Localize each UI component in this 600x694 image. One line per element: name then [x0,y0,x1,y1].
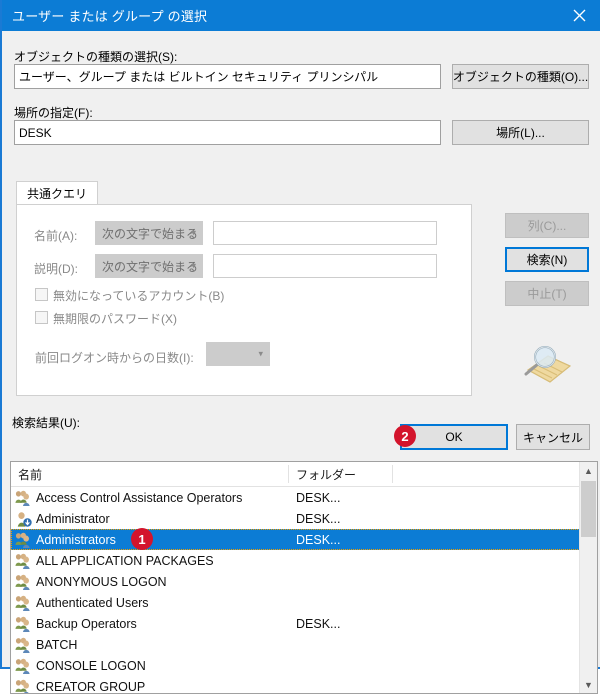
results-listbox[interactable]: 名前 フォルダー Access Control Assistance Opera… [10,461,598,694]
column-divider[interactable] [392,465,393,483]
result-name: ANONYMOUS LOGON [36,575,167,589]
result-name: Access Control Assistance Operators [36,491,242,505]
result-name: Backup Operators [36,617,137,631]
location-value: DESK [19,126,52,140]
ok-button[interactable]: OK [400,424,508,450]
table-row[interactable]: ANONYMOUS LOGON [11,571,597,592]
selected-result-row[interactable]: Administrators DESK... 1 [11,529,584,550]
tab-strip: 共通クエリ [16,181,472,205]
disabled-accounts-checkbox[interactable] [35,288,48,301]
object-types-button[interactable]: オブジェクトの種類(O)... [452,64,589,89]
result-name: CREATOR GROUP [36,680,145,694]
name-condition-select[interactable]: 次の文字で始まる ▾ [95,221,203,245]
description-condition-select[interactable]: 次の文字で始まる ▾ [95,254,203,278]
location-button[interactable]: 場所(L)... [452,120,589,145]
result-folder: DESK... [296,617,340,631]
tab-common-queries[interactable]: 共通クエリ [16,181,98,205]
chevron-down-icon[interactable]: ▼ [580,676,597,693]
result-name: Authenticated Users [36,596,149,610]
table-row[interactable]: ALL APPLICATION PACKAGES [11,550,597,571]
results-header: 名前 フォルダー [11,462,597,487]
annotation-badge-1: 1 [131,528,153,550]
result-folder: DESK... [296,491,340,505]
description-label: 説明(D): [34,260,78,277]
dialog-client-area: オブジェクトの種類の選択(S): ユーザー、グループ または ビルトイン セキュ… [4,31,600,667]
object-types-label: オブジェクトの種類の選択(S): [14,48,177,65]
magnifier-folder-icon [518,344,574,390]
location-field[interactable]: DESK [14,120,441,145]
table-row[interactable]: Authenticated Users [11,592,597,613]
object-types-value: ユーザー、グループ または ビルトイン セキュリティ プリンシパル [19,68,378,85]
group-icon [14,595,34,611]
table-row[interactable]: Administrator DESK... [11,508,597,529]
column-header-folder[interactable]: フォルダー [296,466,356,483]
chevron-down-icon: ▾ [191,262,196,271]
name-value-input[interactable] [213,221,437,245]
name-condition-value: 次の文字で始まる [102,225,198,242]
chevron-up-icon[interactable]: ▲ [580,462,597,479]
result-folder: DESK... [296,512,340,526]
group-icon [14,553,34,569]
common-queries-panel: 名前(A): 次の文字で始まる ▾ 説明(D): 次の文字で始まる ▾ 無効にな… [16,204,472,396]
days-since-logon-label: 前回ログオン時からの日数(I): [35,349,194,366]
title-bar: ユーザー または グループ の選択 [2,0,600,31]
scrollbar-thumb[interactable] [581,481,596,537]
table-row[interactable]: BATCH [11,634,597,655]
description-condition-value: 次の文字で始まる [102,258,198,275]
group-icon [14,490,34,506]
object-types-field[interactable]: ユーザー、グループ または ビルトイン セキュリティ プリンシパル [14,64,441,89]
results-label: 検索結果(U): [12,414,80,431]
table-row[interactable]: Access Control Assistance Operators DESK.… [11,487,597,508]
result-name: CONSOLE LOGON [36,659,146,673]
description-value-input[interactable] [213,254,437,278]
days-since-logon-select[interactable]: ▾ [206,342,270,366]
result-folder: DESK... [296,533,340,547]
table-row[interactable]: Backup Operators DESK... [11,613,597,634]
disabled-accounts-label: 無効になっているアカウント(B) [53,287,224,304]
result-name: Administrators [36,533,116,547]
result-name: Administrator [36,512,110,526]
annotation-badge-2: 2 [394,425,416,447]
group-icon [14,679,34,694]
results-rows: Access Control Assistance Operators DESK.… [11,487,597,694]
select-users-or-groups-dialog: ユーザー または グループ の選択 オブジェクトの種類の選択(S): ユーザー、… [0,0,600,669]
results-scrollbar[interactable]: ▲ ▼ [579,462,597,693]
name-label: 名前(A): [34,227,77,244]
table-row[interactable]: CREATOR GROUP [11,676,597,694]
cancel-button[interactable]: キャンセル [516,424,590,450]
stop-button[interactable]: 中止(T) [505,281,589,306]
column-divider[interactable] [288,465,289,483]
group-icon [14,637,34,653]
columns-button[interactable]: 列(C)... [505,213,589,238]
group-icon [14,658,34,674]
nonexpiring-password-checkbox[interactable] [35,311,48,324]
result-name: ALL APPLICATION PACKAGES [36,554,214,568]
location-label: 場所の指定(F): [14,104,93,121]
group-icon [14,616,34,632]
close-icon[interactable] [556,0,600,31]
nonexpiring-password-label: 無期限のパスワード(X) [53,310,177,327]
result-name: BATCH [36,638,77,652]
search-button[interactable]: 検索(N) [505,247,589,272]
user-icon [14,511,34,527]
group-icon [14,532,34,548]
chevron-down-icon: ▾ [258,350,263,359]
chevron-down-icon: ▾ [191,229,196,238]
group-icon [14,574,34,590]
table-row[interactable]: CONSOLE LOGON [11,655,597,676]
column-header-name[interactable]: 名前 [18,466,42,483]
window-title: ユーザー または グループ の選択 [12,6,207,25]
